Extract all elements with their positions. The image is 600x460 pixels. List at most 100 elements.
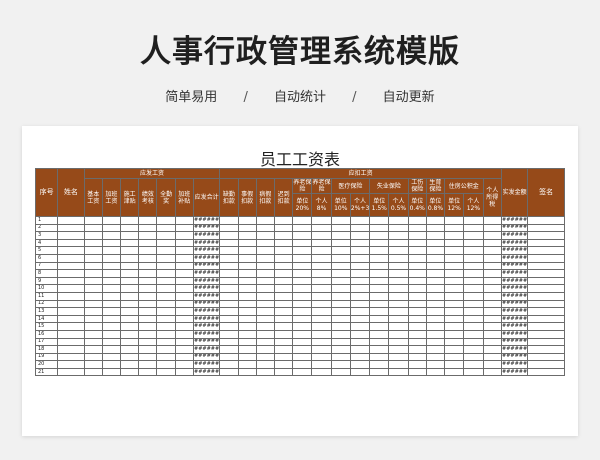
table-cell[interactable] (255, 223, 275, 233)
table-cell[interactable] (120, 352, 140, 362)
table-cell[interactable] (57, 253, 85, 263)
table-cell[interactable] (463, 291, 484, 301)
table-cell[interactable] (83, 216, 103, 225)
table-cell[interactable] (273, 314, 294, 324)
table-cell[interactable] (330, 261, 351, 271)
table-cell[interactable] (311, 345, 332, 354)
table-cell[interactable] (101, 231, 122, 240)
table-cell[interactable] (57, 337, 85, 347)
row-seq-cell[interactable]: 18 (34, 345, 59, 354)
table-cell[interactable] (311, 360, 332, 369)
table-cell[interactable] (120, 284, 140, 293)
table-cell[interactable] (407, 216, 427, 225)
table-cell[interactable] (156, 261, 176, 271)
table-cell[interactable] (120, 329, 140, 339)
table-cell[interactable] (425, 352, 446, 362)
row-seq-cell[interactable]: 15 (34, 322, 59, 331)
table-cell[interactable] (101, 322, 122, 331)
net-amount-cell[interactable]: ###### (500, 299, 529, 309)
table-cell[interactable] (369, 246, 390, 255)
table-cell[interactable] (527, 284, 565, 293)
table-cell[interactable] (463, 314, 484, 324)
table-cell[interactable] (174, 314, 194, 324)
table-cell[interactable] (57, 291, 85, 301)
table-cell[interactable] (237, 307, 257, 316)
row-seq-cell[interactable]: 21 (34, 367, 59, 377)
table-cell[interactable] (57, 276, 85, 286)
table-cell[interactable] (407, 276, 427, 286)
table-cell[interactable] (255, 276, 275, 286)
table-cell[interactable] (369, 291, 390, 301)
table-cell[interactable] (425, 223, 446, 233)
net-amount-cell[interactable]: ###### (500, 223, 529, 233)
table-cell[interactable] (219, 314, 239, 324)
table-cell[interactable] (330, 352, 351, 362)
table-cell[interactable] (407, 367, 427, 377)
table-cell[interactable] (138, 269, 158, 278)
table-cell[interactable] (463, 253, 484, 263)
table-cell[interactable] (174, 345, 194, 354)
table-cell[interactable] (292, 329, 313, 339)
table-cell[interactable] (369, 352, 390, 362)
table-cell[interactable] (463, 216, 484, 225)
table-cell[interactable] (463, 307, 484, 316)
table-cell[interactable] (174, 284, 194, 293)
table-cell[interactable] (444, 345, 465, 354)
table-cell[interactable] (57, 307, 85, 316)
table-cell[interactable] (388, 253, 409, 263)
table-cell[interactable] (369, 238, 390, 248)
table-cell[interactable] (156, 216, 176, 225)
table-cell[interactable] (369, 307, 390, 316)
table-cell[interactable] (156, 253, 176, 263)
table-cell[interactable] (101, 238, 122, 248)
table-cell[interactable] (219, 246, 239, 255)
table-cell[interactable] (482, 246, 502, 255)
row-seq-cell[interactable]: 5 (34, 246, 59, 255)
table-cell[interactable] (407, 360, 427, 369)
table-cell[interactable] (255, 253, 275, 263)
table-cell[interactable] (255, 269, 275, 278)
net-amount-cell[interactable]: ###### (500, 231, 529, 240)
table-cell[interactable] (407, 269, 427, 278)
table-cell[interactable] (311, 367, 332, 377)
table-cell[interactable] (311, 329, 332, 339)
table-cell[interactable] (407, 238, 427, 248)
table-cell[interactable] (407, 314, 427, 324)
table-cell[interactable] (255, 299, 275, 309)
table-cell[interactable] (156, 231, 176, 240)
table-cell[interactable] (527, 269, 565, 278)
table-cell[interactable] (273, 269, 294, 278)
table-cell[interactable] (156, 360, 176, 369)
table-cell[interactable] (273, 291, 294, 301)
table-cell[interactable] (388, 284, 409, 293)
table-cell[interactable] (349, 253, 371, 263)
table-cell[interactable] (463, 337, 484, 347)
net-amount-cell[interactable]: ###### (500, 352, 529, 362)
table-cell[interactable] (388, 261, 409, 271)
table-cell[interactable] (425, 345, 446, 354)
table-cell[interactable] (255, 246, 275, 255)
table-cell[interactable] (369, 231, 390, 240)
table-cell[interactable] (407, 307, 427, 316)
table-cell[interactable] (174, 291, 194, 301)
table-cell[interactable] (292, 352, 313, 362)
table-cell[interactable] (219, 345, 239, 354)
table-cell[interactable] (219, 261, 239, 271)
table-cell[interactable] (407, 253, 427, 263)
net-amount-cell[interactable]: ###### (500, 291, 529, 301)
table-cell[interactable] (273, 216, 294, 225)
table-cell[interactable] (425, 337, 446, 347)
table-cell[interactable] (138, 276, 158, 286)
table-cell[interactable] (83, 246, 103, 255)
table-cell[interactable] (120, 299, 140, 309)
payable-total-cell[interactable]: ###### (192, 367, 221, 377)
row-seq-cell[interactable]: 8 (34, 269, 59, 278)
table-cell[interactable] (292, 299, 313, 309)
table-cell[interactable] (330, 291, 351, 301)
payable-total-cell[interactable]: ###### (192, 223, 221, 233)
table-cell[interactable] (174, 276, 194, 286)
table-cell[interactable] (101, 216, 122, 225)
table-cell[interactable] (425, 276, 446, 286)
table-cell[interactable] (330, 360, 351, 369)
table-cell[interactable] (83, 307, 103, 316)
